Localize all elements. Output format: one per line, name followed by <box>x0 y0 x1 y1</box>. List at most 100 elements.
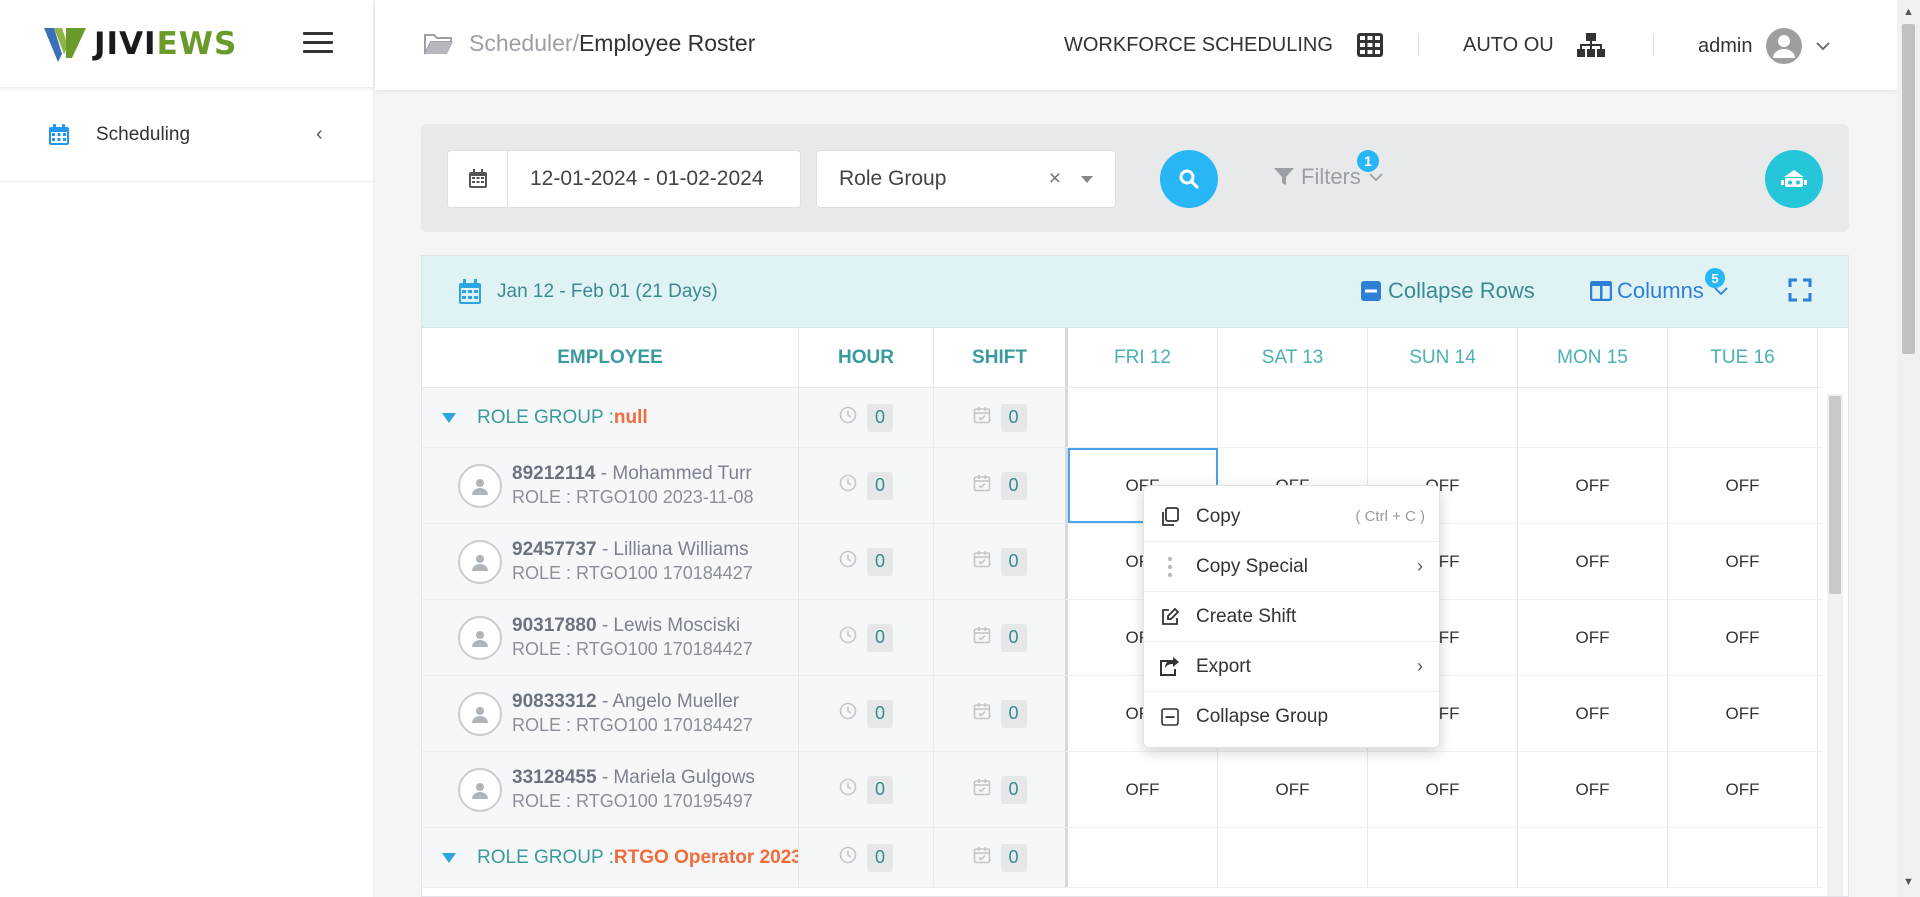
search-button[interactable] <box>1160 150 1218 208</box>
day-cell[interactable] <box>1368 828 1518 887</box>
shift-cell[interactable]: OFF <box>1068 752 1218 827</box>
day-cell[interactable] <box>1218 828 1368 887</box>
shift-cell[interactable]: OFF <box>1368 752 1518 827</box>
shift-cell[interactable]: OFF <box>1668 752 1818 827</box>
columns-button[interactable]: Columns 5 <box>1590 268 1728 304</box>
shift-cell[interactable]: OFF <box>1218 752 1368 827</box>
calendar-check-icon <box>973 406 991 429</box>
filters-count-badge: 1 <box>1357 150 1379 172</box>
employee-cell[interactable]: 90317880 - Lewis Mosciski ROLE : RTGO100… <box>422 600 799 675</box>
shift-cell[interactable]: OFF <box>1518 524 1668 599</box>
column-header-shift[interactable]: SHIFT <box>934 328 1068 387</box>
employee-id: 92457737 <box>512 539 597 560</box>
copy-label: Copy <box>1196 505 1241 527</box>
header-divider <box>1653 34 1654 56</box>
auto-schedule-button[interactable] <box>1765 150 1823 208</box>
group-row: ROLE GROUP : RTGO Operator 2023- 0 0 <box>422 828 1822 888</box>
workforce-scheduling-label: WORKFORCE SCHEDULING <box>1064 33 1333 56</box>
employee-cell[interactable]: 90833312 - Angelo Mueller ROLE : RTGO100… <box>422 676 799 751</box>
collapse-triangle-icon[interactable] <box>442 412 456 423</box>
day-cell[interactable] <box>1068 388 1218 447</box>
hours-count: 0 <box>867 775 893 804</box>
user-menu[interactable]: admin <box>1698 28 1831 64</box>
group-header[interactable]: ROLE GROUP : RTGO Operator 2023- <box>422 828 799 887</box>
column-header-day[interactable]: TUE 16 <box>1668 328 1818 387</box>
grid-scrollbar[interactable] <box>1827 394 1843 896</box>
context-menu-copy[interactable]: Copy ( Ctrl + C ) <box>1144 492 1439 542</box>
app-logo[interactable]: JIVIEWS <box>42 24 237 64</box>
date-range-picker[interactable]: 12-01-2024 - 01-02-2024 <box>447 150 801 208</box>
day-cell[interactable] <box>1368 388 1518 447</box>
clock-icon <box>839 778 857 801</box>
shift-cell[interactable]: OFF <box>1518 676 1668 751</box>
context-menu-copy-special[interactable]: Copy Special › <box>1144 542 1439 592</box>
shifts-count: 0 <box>1000 623 1027 652</box>
filters-button[interactable]: Filters 1 <box>1273 150 1383 190</box>
day-cell[interactable] <box>1218 388 1368 447</box>
shift-cell[interactable]: OFF <box>1668 448 1818 523</box>
shift-cell[interactable]: OFF <box>1668 676 1818 751</box>
day-cell[interactable] <box>1518 388 1668 447</box>
shift-cell[interactable]: OFF <box>1668 600 1818 675</box>
breadcrumb-parent[interactable]: Scheduler/ <box>469 30 579 57</box>
calendar-check-icon <box>973 550 991 573</box>
employee-role: ROLE : RTGO100 170184427 <box>512 639 753 659</box>
clock-icon <box>839 846 857 869</box>
group-label: ROLE GROUP : <box>477 846 614 868</box>
fullscreen-icon[interactable] <box>1788 278 1812 307</box>
group-row: ROLE GROUP : null 0 0 <box>422 388 1822 448</box>
sidebar-item-scheduling[interactable]: Scheduling ‹ <box>0 88 373 182</box>
column-header-day[interactable]: SAT 13 <box>1218 328 1368 387</box>
group-header[interactable]: ROLE GROUP : null <box>422 388 799 447</box>
shift-cell[interactable]: OFF <box>1518 752 1668 827</box>
clear-icon[interactable]: × <box>1049 167 1061 191</box>
column-header-hour[interactable]: HOUR <box>799 328 934 387</box>
collapse-triangle-icon[interactable] <box>442 852 456 863</box>
day-cell[interactable] <box>1518 828 1668 887</box>
shifts-count: 0 <box>1000 547 1027 576</box>
scroll-down-icon[interactable]: ▼ <box>1903 876 1914 888</box>
range-label: Jan 12 - Feb 01 (21 Days) <box>497 281 718 302</box>
context-menu-create-shift[interactable]: Create Shift <box>1144 592 1439 642</box>
column-header-day[interactable]: FRI 12 <box>1068 328 1218 387</box>
create-shift-label: Create Shift <box>1196 605 1297 627</box>
hours-count: 0 <box>867 623 893 652</box>
group-value: RTGO Operator 2023- <box>613 846 798 868</box>
employee-cell[interactable]: 89212114 - Mohammed Turr ROLE : RTGO100 … <box>422 448 799 523</box>
day-cell[interactable] <box>1668 388 1818 447</box>
chevron-left-icon[interactable]: ‹ <box>316 123 323 146</box>
columns-count-badge: 5 <box>1705 268 1725 288</box>
page-scrollbar[interactable]: ▲ ▼ <box>1897 0 1920 897</box>
workforce-scheduling-menu[interactable]: WORKFORCE SCHEDULING <box>1064 32 1384 58</box>
shift-status: OFF <box>1575 627 1610 647</box>
employee-role: ROLE : RTGO100 2023-11-08 <box>512 487 754 507</box>
avatar-icon <box>458 767 502 812</box>
calendar-icon[interactable] <box>448 151 508 207</box>
scroll-up-icon[interactable]: ▲ <box>1903 6 1914 18</box>
column-header-employee[interactable]: EMPLOYEE <box>422 328 799 387</box>
day-cell[interactable] <box>1068 828 1218 887</box>
shifts-count: 0 <box>1000 471 1027 500</box>
day-cell[interactable] <box>1668 828 1818 887</box>
shift-cell[interactable]: OFF <box>1668 524 1818 599</box>
context-menu-export[interactable]: Export › <box>1144 642 1439 692</box>
role-group-select[interactable]: Role Group × <box>816 150 1116 208</box>
employee-row: 89212114 - Mohammed Turr ROLE : RTGO100 … <box>422 448 1822 524</box>
shift-status: OFF <box>1575 475 1610 495</box>
calendar-check-icon <box>973 474 991 497</box>
shift-cell[interactable]: OFF <box>1518 600 1668 675</box>
filter-funnel-icon <box>1274 168 1294 185</box>
page-scroll-thumb[interactable] <box>1902 24 1915 354</box>
grid-scroll-thumb[interactable] <box>1829 396 1841 594</box>
ou-selector[interactable]: AUTO OU <box>1463 32 1606 58</box>
shift-cell[interactable]: OFF <box>1518 448 1668 523</box>
dropdown-caret-icon[interactable] <box>1081 176 1093 183</box>
context-menu-collapse-group[interactable]: Collapse Group <box>1144 692 1439 742</box>
employee-cell[interactable]: 92457737 - Lilliana Williams ROLE : RTGO… <box>422 524 799 599</box>
employee-shifts: 0 <box>934 676 1068 751</box>
collapse-rows-button[interactable]: Collapse Rows <box>1360 278 1535 304</box>
hamburger-menu-icon[interactable] <box>303 32 333 54</box>
column-header-day[interactable]: SUN 14 <box>1368 328 1518 387</box>
employee-cell[interactable]: 33128455 - Mariela Gulgows ROLE : RTGO10… <box>422 752 799 827</box>
column-header-day[interactable]: MON 15 <box>1518 328 1668 387</box>
